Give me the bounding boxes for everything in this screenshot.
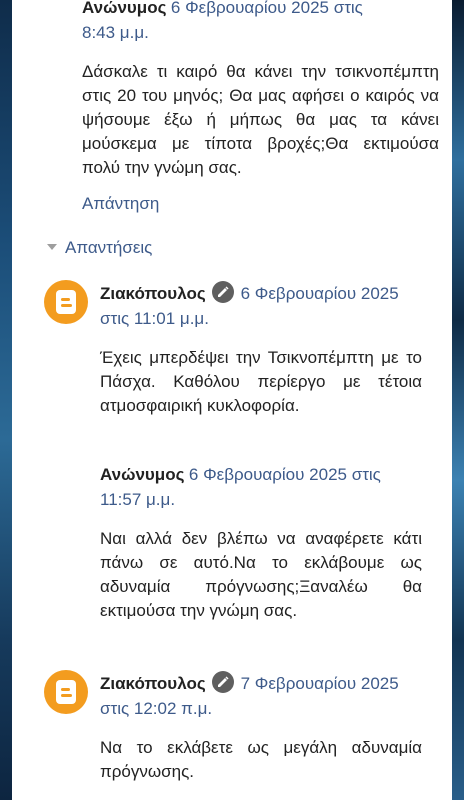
avatar[interactable]	[44, 280, 88, 324]
pencil-icon	[212, 281, 235, 303]
comment-body: Δάσκαλε τι καιρό θα κάνει την τσικνοπέμπ…	[82, 62, 439, 177]
replies-toggle-label: Απαντήσεις	[65, 238, 153, 257]
reply-body: Ναι αλλά δεν βλέπω να αναφέρετε κάτι πάν…	[100, 529, 422, 620]
reply-comment: Ανώνυμος 6 Φεβρουαρίου 2025 στις 11:57 μ…	[100, 463, 422, 623]
avatar[interactable]	[44, 670, 88, 714]
comments-panel: Ανώνυμος 6 Φεβρουαρίου 2025 στις 8:43 μ.…	[12, 0, 452, 800]
reply-date[interactable]: 7 Φεβρουαρίου 2025	[241, 674, 399, 693]
reply-time[interactable]: 11:57 μ.μ.	[100, 490, 175, 509]
reply-author[interactable]: Ανώνυμος	[100, 465, 184, 484]
reply-author[interactable]: Ζιακόπουλος	[100, 674, 206, 693]
comment-time[interactable]: 8:43 μ.μ.	[82, 23, 149, 42]
reply-author[interactable]: Ζιακόπουλος	[100, 284, 206, 303]
replies-toggle[interactable]: Απαντήσεις	[47, 236, 152, 260]
reply-header: Ανώνυμος 6 Φεβρουαρίου 2025 στις 11:57 μ…	[100, 463, 422, 513]
blogger-icon	[56, 680, 76, 704]
reply-link[interactable]: Απάντηση	[82, 194, 439, 214]
reply-time[interactable]: στις 11:01 μ.μ.	[100, 309, 209, 328]
reply-comment: Ζιακόπουλος 6 Φεβρουαρίου 2025 στις 11:0…	[100, 281, 422, 418]
comment-author[interactable]: Ανώνυμος	[82, 0, 166, 17]
reply-body: Να το εκλάβετε ως μεγάλη αδυναμία πρόγνω…	[100, 738, 422, 781]
blogger-icon	[56, 290, 76, 314]
reply-header: Ζιακόπουλος 7 Φεβρουαρίου 2025 στις 12:0…	[100, 671, 422, 722]
caret-down-icon	[47, 244, 57, 250]
reply-header: Ζιακόπουλος 6 Φεβρουαρίου 2025 στις 11:0…	[100, 281, 422, 332]
reply-body: Έχεις μπερδέψει την Τσικνοπέμπτη με το Π…	[100, 348, 422, 415]
comment-header: Ανώνυμος 6 Φεβρουαρίου 2025 στις 8:43 μ.…	[82, 0, 439, 46]
reply-comment: Ζιακόπουλος 7 Φεβρουαρίου 2025 στις 12:0…	[100, 671, 422, 784]
reply-date[interactable]: 6 Φεβρουαρίου 2025	[241, 284, 399, 303]
background-edge	[452, 0, 464, 800]
reply-date[interactable]: 6 Φεβρουαρίου 2025 στις	[189, 465, 381, 484]
comment-date[interactable]: 6 Φεβρουαρίου 2025 στις	[171, 0, 363, 17]
comment: Ανώνυμος 6 Φεβρουαρίου 2025 στις 8:43 μ.…	[82, 0, 439, 214]
pencil-icon	[212, 671, 235, 693]
reply-time[interactable]: στις 12:02 π.μ.	[100, 699, 212, 718]
